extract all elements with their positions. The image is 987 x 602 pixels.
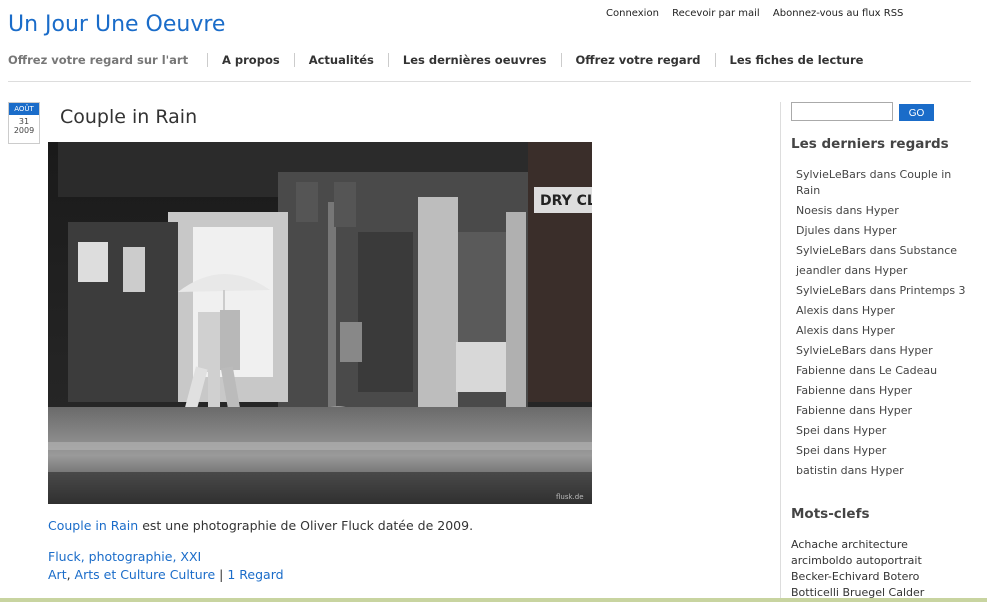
tag-link[interactable]: photographie xyxy=(89,549,173,564)
post-categories: Art, Arts et Culture Culture | 1 Regard xyxy=(48,567,284,582)
rss-link[interactable]: Abonnez-vous au flux RSS xyxy=(773,8,904,19)
list-item[interactable]: Alexis dans Hyper xyxy=(796,301,972,321)
list-item[interactable]: SylvieLeBars dans Printemps 3 xyxy=(796,281,972,301)
nav-about[interactable]: A propos xyxy=(207,53,294,67)
post-date-year: 2009 xyxy=(13,126,35,135)
list-item[interactable]: Fabienne dans Hyper xyxy=(796,401,972,421)
tag-link[interactable]: Fluck xyxy=(48,549,81,564)
list-item[interactable]: SylvieLeBars dans Couple in Rain xyxy=(796,165,972,201)
search-button[interactable]: GO xyxy=(899,104,934,121)
category-link[interactable]: Culture xyxy=(170,567,216,582)
list-item[interactable]: SylvieLeBars dans Substance xyxy=(796,241,972,261)
post-date-month: AOÛT xyxy=(9,103,39,115)
site-tagline: Offrez votre regard sur l'art xyxy=(8,53,189,67)
search-input[interactable] xyxy=(791,102,893,121)
main-nav: A propos Actualités Les dernières oeuvres O… xyxy=(207,53,877,67)
list-item[interactable]: Alexis dans Hyper xyxy=(796,321,972,341)
nav-reading-sheets[interactable]: Les fiches de lecture xyxy=(714,53,878,67)
post-caption: Couple in Rain est une photographie de O… xyxy=(48,518,473,533)
svg-text:DRY CLE: DRY CLE xyxy=(540,193,592,209)
list-item[interactable]: Noesis dans Hyper xyxy=(796,201,972,221)
category-link[interactable]: Art xyxy=(48,567,67,582)
post-date-day: 31 xyxy=(18,117,30,126)
list-item[interactable]: SylvieLeBars dans Hyper xyxy=(796,341,972,361)
footer-bar xyxy=(0,598,987,602)
keywords-heading: Mots-clefs xyxy=(791,506,870,522)
top-links: Connexion Recevoir par mail Abonnez-vous… xyxy=(606,8,913,19)
list-item[interactable]: batistin dans Hyper xyxy=(796,461,972,481)
nav-latest-works[interactable]: Les dernières oeuvres xyxy=(387,53,561,67)
list-item[interactable]: Spei dans Hyper xyxy=(796,421,972,441)
header-divider xyxy=(8,81,971,82)
nav-news[interactable]: Actualités xyxy=(293,53,388,67)
keyword-cloud[interactable]: Achache architecture arcimboldo autoport… xyxy=(791,537,941,601)
post-title[interactable]: Couple in Rain xyxy=(60,106,197,128)
list-item[interactable]: Djules dans Hyper xyxy=(796,221,972,241)
list-item[interactable]: Spei dans Hyper xyxy=(796,441,972,461)
caption-title-link[interactable]: Couple in Rain xyxy=(48,518,138,533)
list-item[interactable]: jeandler dans Hyper xyxy=(796,261,972,281)
category-link[interactable]: Arts et Culture xyxy=(75,567,166,582)
login-link[interactable]: Connexion xyxy=(606,8,659,19)
comments-link[interactable]: 1 Regard xyxy=(227,567,283,582)
site-title[interactable]: Un Jour Une Oeuvre xyxy=(8,12,225,37)
email-subscribe-link[interactable]: Recevoir par mail xyxy=(672,8,760,19)
post-date: AOÛT 31 2009 xyxy=(8,102,40,144)
tag-link[interactable]: XXI xyxy=(180,549,201,564)
post-tags: Fluck, photographie, XXI xyxy=(48,549,202,564)
sidebar-divider xyxy=(780,102,781,602)
post-photo: DRY CLE flusk.de xyxy=(48,142,592,504)
list-item[interactable]: Fabienne dans Hyper xyxy=(796,381,972,401)
nav-offer-view[interactable]: Offrez votre regard xyxy=(560,53,715,67)
caption-text: est une photographie de Oliver Fluck dat… xyxy=(138,518,474,533)
list-item[interactable]: Fabienne dans Le Cadeau xyxy=(796,361,972,381)
recent-regards-heading: Les derniers regards xyxy=(791,136,949,152)
photo-credit: flusk.de xyxy=(556,493,584,501)
recent-regards-list: SylvieLeBars dans Couple in Rain Noesis … xyxy=(796,165,972,481)
